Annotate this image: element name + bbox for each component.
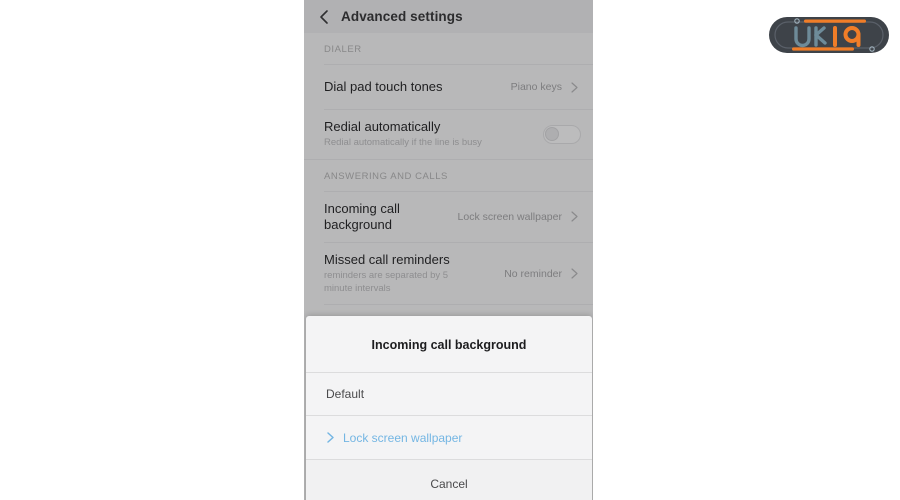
row-text-group: Incoming call background: [324, 192, 458, 243]
dialog-option-lock-screen-wallpaper[interactable]: Lock screen wallpaper: [306, 416, 592, 459]
section-header-answering-and-calls: ANSWERING AND CALLS: [304, 159, 593, 191]
chevron-right-icon: [568, 267, 581, 280]
dialog-title: Incoming call background: [371, 338, 527, 352]
row-text-group: Missed call reminders reminders are sepa…: [324, 243, 504, 304]
cancel-button[interactable]: Cancel: [306, 460, 592, 500]
row-title: Incoming call background: [324, 200, 400, 232]
row-incoming-call-background[interactable]: Incoming call background Lock screen wal…: [304, 191, 593, 243]
chevron-right-icon: [568, 81, 581, 94]
section-header-dialer: DIALER: [304, 33, 593, 64]
row-value: Piano keys: [510, 81, 562, 93]
chevron-right-icon: [568, 210, 581, 223]
row-value: No reminder: [504, 267, 562, 280]
toggle-knob: [545, 126, 559, 141]
row-text-group: Redial automatically Redial automaticall…: [324, 110, 543, 159]
row-dial-pad-touch-tones[interactable]: Dial pad touch tones Piano keys: [304, 65, 593, 109]
page-title: Advanced settings: [341, 9, 463, 24]
row-title: Redial automatically: [324, 119, 441, 134]
chevron-left-icon[interactable]: [314, 7, 334, 27]
row-text-group: Dial pad touch tones: [324, 70, 511, 104]
row-missed-call-reminders[interactable]: Missed call reminders reminders are sepa…: [304, 243, 593, 305]
row-subtitle: Redial automatically if the line is busy: [324, 137, 482, 149]
row-value: Lock screen wallpaper: [457, 210, 562, 223]
incoming-call-background-dialog: Incoming call background Default Lock sc…: [306, 316, 592, 500]
row-redial-automatically[interactable]: Redial automatically Redial automaticall…: [304, 110, 593, 159]
chevron-right-icon: [326, 431, 335, 444]
phone-screenshot-panel: Advanced settings DIALER Dial pad touch …: [304, 0, 593, 500]
dialog-option-label: Default: [326, 387, 365, 401]
row-title: Missed call reminders: [324, 252, 450, 268]
row-title: Dial pad touch tones: [324, 78, 443, 94]
dialog-option-label: Lock screen wallpaper: [343, 430, 463, 445]
toggle-switch-redial[interactable]: [543, 124, 581, 144]
row-subtitle: reminders are separated by 5 minute inte…: [324, 270, 449, 294]
app-bar: Advanced settings: [304, 0, 593, 33]
ur19-logo: [766, 11, 892, 59]
dialog-option-default[interactable]: Default: [306, 373, 592, 415]
